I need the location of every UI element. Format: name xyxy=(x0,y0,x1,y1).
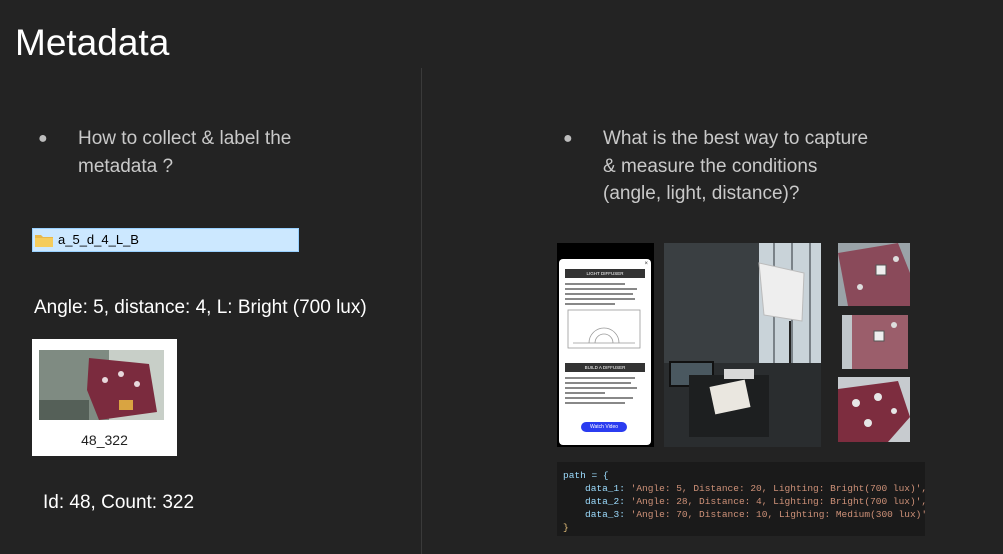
code-open: path = { xyxy=(563,470,609,481)
watch-video-button[interactable]: Watch Video xyxy=(581,422,627,432)
diffuser-diagram xyxy=(567,309,641,349)
slide-title: Metadata xyxy=(15,22,170,63)
phone-text-lines xyxy=(565,283,641,308)
column-divider xyxy=(421,68,422,554)
close-icon: × xyxy=(644,261,648,267)
code-key-2: data_2: xyxy=(585,496,625,507)
right-bullet-line3: (angle, light, distance)? xyxy=(603,183,800,204)
code-value-2: 'Angle: 28, Distance: 4, Lighting: Brigh… xyxy=(630,496,928,507)
code-key-3: data_3: xyxy=(585,509,625,520)
bullet-dot-icon: ● xyxy=(563,130,573,147)
left-bullet: ● How to collect & label the metadata ? xyxy=(38,125,292,180)
folder-icon xyxy=(35,235,53,247)
right-bullet-line1: What is the best way to capture xyxy=(603,128,869,149)
left-bullet-line2: metadata ? xyxy=(78,155,174,177)
folder-item[interactable]: a_5_d_4_L_B xyxy=(32,228,299,252)
thumbnail-image xyxy=(39,350,164,420)
code-value-3: 'Angle: 70, Distance: 10, Lighting: Medi… xyxy=(630,509,928,520)
image-thumbnail[interactable]: 48_322 xyxy=(32,339,177,456)
angle-caption: Angle: 5, distance: 4, L: Bright (700 lu… xyxy=(34,297,367,318)
phone-card: × LIGHT DIFFUSER BUILD A DIFFUSER Watch … xyxy=(559,259,651,445)
room-setup-photo xyxy=(664,243,821,447)
id-caption: Id: 48, Count: 322 xyxy=(43,492,195,513)
phone-header: LIGHT DIFFUSER xyxy=(565,269,645,278)
part-photo-2 xyxy=(842,315,908,369)
part-photo-1 xyxy=(838,243,910,306)
thumbnail-label: 48_322 xyxy=(81,432,128,448)
code-key-1: data_1: xyxy=(585,483,625,494)
code-value-1: 'Angle: 5, Distance: 20, Lighting: Brigh… xyxy=(630,483,928,494)
left-bullet-line1: How to collect & label the xyxy=(78,128,292,149)
code-close: } xyxy=(563,522,569,533)
phone-screenshot: × LIGHT DIFFUSER BUILD A DIFFUSER Watch … xyxy=(557,243,654,447)
folder-name: a_5_d_4_L_B xyxy=(58,232,139,247)
code-snippet: path = { data_1: 'Angle: 5, Distance: 20… xyxy=(557,462,928,536)
part-photo-3 xyxy=(838,377,910,442)
right-bullet-line2: & measure the conditions xyxy=(603,155,818,177)
bullet-dot-icon: ● xyxy=(38,130,48,147)
right-bullet: ● What is the best way to capture & meas… xyxy=(563,125,869,208)
phone-text-lines-2 xyxy=(565,377,641,407)
phone-section-header: BUILD A DIFFUSER xyxy=(565,363,645,372)
